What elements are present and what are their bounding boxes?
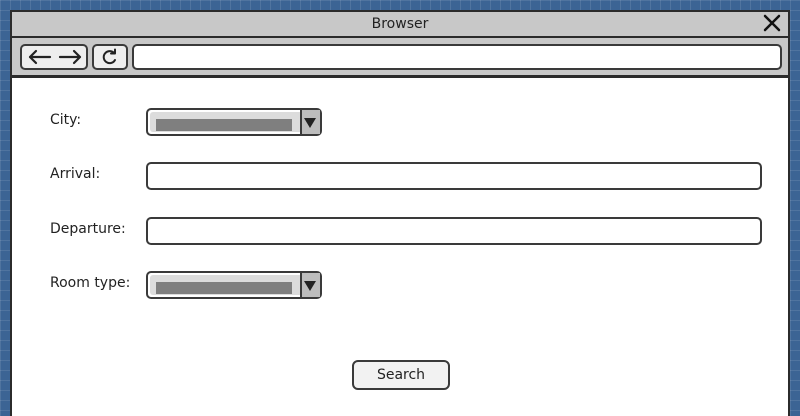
title-bar: Browser [12,12,788,38]
city-select-field [150,112,318,132]
search-button[interactable]: Search [352,360,450,390]
triangle-down-icon [304,281,316,291]
city-select-value [156,119,292,131]
browser-window: Browser City: Arrival: Departure: Room t… [10,10,790,416]
room-type-select-dropdown[interactable] [300,273,320,297]
arrival-label: Arrival: [50,166,101,182]
departure-label: Departure: [50,221,126,237]
back-forward-buttons [20,44,88,70]
room-type-select[interactable] [146,271,322,299]
browser-toolbar [12,38,788,78]
arrival-field[interactable] [146,162,762,190]
room-type-select-value [156,282,292,294]
page-content: City: Arrival: Departure: Room type: Sea… [12,78,788,416]
room-type-select-field [150,275,318,295]
triangle-down-icon [304,118,316,128]
back-arrow-icon[interactable] [24,46,56,68]
address-bar[interactable] [132,44,782,70]
room-type-label: Room type: [50,275,131,291]
refresh-button[interactable] [92,44,128,70]
forward-arrow-icon[interactable] [54,46,86,68]
city-select-dropdown[interactable] [300,110,320,134]
city-select[interactable] [146,108,322,136]
window-title: Browser [371,16,429,32]
city-label: City: [50,112,82,128]
departure-field[interactable] [146,217,762,245]
refresh-icon [102,48,116,65]
close-icon[interactable] [762,13,782,33]
